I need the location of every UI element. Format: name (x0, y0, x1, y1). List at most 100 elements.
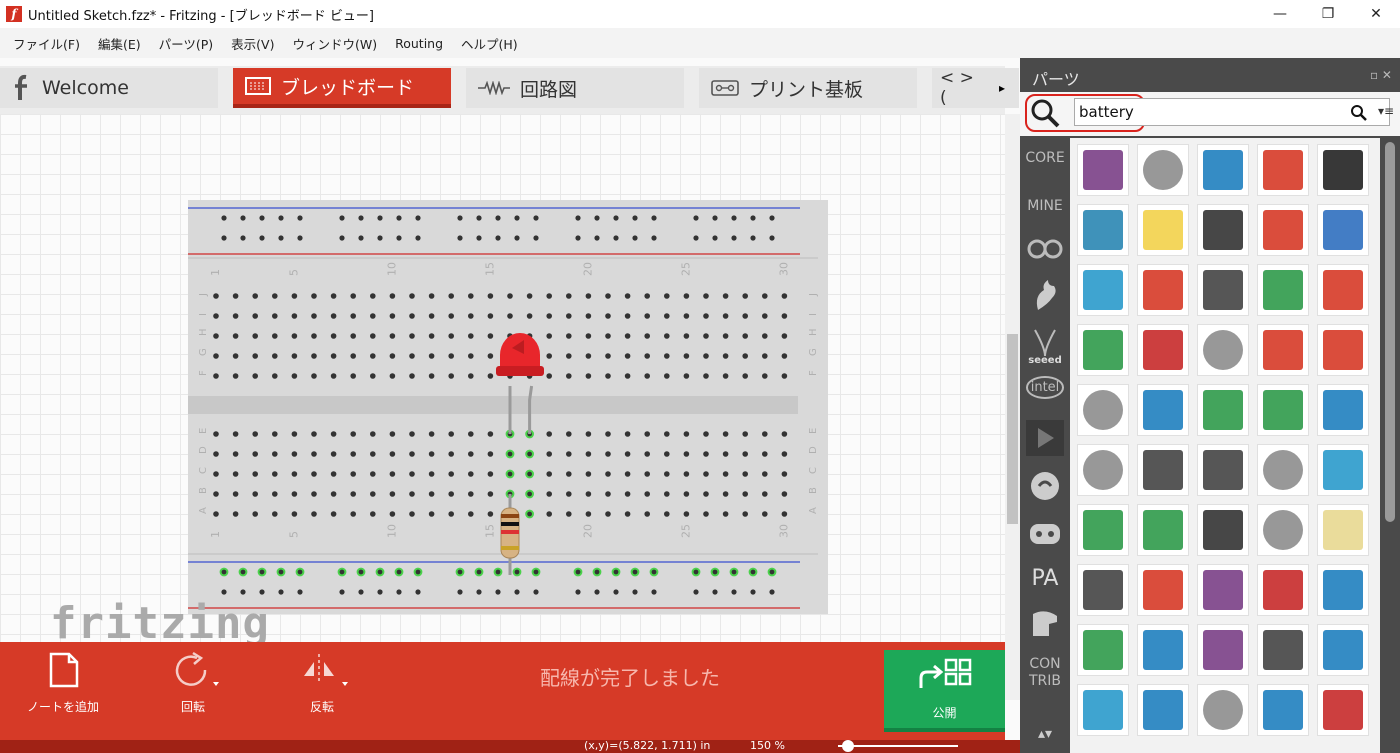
part-thumbnail[interactable] (1137, 324, 1189, 376)
tab-label: 回路図 (520, 78, 578, 101)
breadboard-hole (213, 333, 219, 339)
bin-pa[interactable]: PA (1024, 566, 1066, 591)
rotate-button[interactable]: 回転 (138, 650, 248, 715)
bin-mine[interactable]: MINE (1024, 198, 1066, 214)
part-thumbnail[interactable] (1077, 684, 1129, 736)
part-thumbnail[interactable] (1137, 444, 1189, 496)
parts-results-grid[interactable] (1070, 138, 1380, 753)
part-thumbnail[interactable] (1137, 204, 1189, 256)
part-thumbnail[interactable] (1317, 564, 1369, 616)
part-thumbnail[interactable] (1257, 564, 1309, 616)
part-thumbnail[interactable] (1257, 264, 1309, 316)
part-thumbnail[interactable] (1197, 564, 1249, 616)
arduino-bin-icon[interactable] (1024, 236, 1066, 266)
breadboard-hole (330, 353, 337, 359)
part-thumbnail[interactable] (1137, 504, 1189, 556)
part-thumbnail[interactable] (1257, 444, 1309, 496)
part-thumbnail[interactable] (1137, 684, 1189, 736)
part-thumbnail[interactable] (1257, 624, 1309, 676)
part-thumbnail[interactable] (1317, 264, 1369, 316)
tab-welcome[interactable]: Welcome (0, 68, 218, 108)
part-thumbnail[interactable] (1197, 504, 1249, 556)
part-thumbnail[interactable] (1197, 444, 1249, 496)
breadboard-hole (605, 313, 611, 319)
part-thumbnail[interactable] (1077, 204, 1129, 256)
microbit-bin-icon[interactable] (1024, 516, 1066, 550)
part-thumbnail[interactable] (1197, 624, 1249, 676)
tab-code[interactable]: < > ( (932, 68, 985, 108)
part-thumbnail[interactable] (1257, 144, 1309, 196)
part-thumbnail[interactable] (1077, 564, 1129, 616)
menu-routing[interactable]: Routing (386, 36, 452, 51)
part-thumbnail[interactable] (1077, 264, 1129, 316)
zoom-slider-handle[interactable] (842, 740, 854, 752)
part-thumbnail[interactable] (1257, 324, 1309, 376)
part-thumbnail[interactable] (1257, 684, 1309, 736)
part-thumbnail[interactable] (1197, 384, 1249, 436)
menu-file[interactable]: ファイル(F) (4, 34, 89, 53)
part-thumbnail[interactable] (1077, 444, 1129, 496)
tab-breadboard[interactable]: ブレッドボード (233, 68, 451, 108)
part-thumbnail[interactable] (1317, 384, 1369, 436)
part-thumbnail[interactable] (1137, 564, 1189, 616)
part-thumbnail[interactable] (1317, 204, 1369, 256)
part-thumbnail[interactable] (1137, 384, 1189, 436)
part-thumbnail[interactable] (1077, 384, 1129, 436)
part-thumbnail[interactable] (1197, 144, 1249, 196)
part-thumbnail[interactable] (1317, 444, 1369, 496)
part-thumbnail[interactable] (1197, 324, 1249, 376)
part-thumbnail[interactable] (1137, 264, 1189, 316)
vertical-scrollbar[interactable] (1005, 114, 1020, 700)
zoom-slider-track[interactable] (838, 745, 958, 747)
part-thumbnail[interactable] (1317, 144, 1369, 196)
part-thumbnail[interactable] (1257, 384, 1309, 436)
breadboard-canvas[interactable]: 1 1 5 5 10 10 15 15 20 20 25 25 30 30 J J I I H H G G F F E E D D C C… (0, 114, 1005, 700)
flip-button[interactable]: 反転 (267, 650, 377, 715)
publish-button[interactable]: 公開 (884, 650, 1005, 732)
part-thumbnail[interactable] (1137, 144, 1189, 196)
maximize-button[interactable]: ❐ (1304, 0, 1352, 28)
part-thumbnail[interactable] (1197, 204, 1249, 256)
piano-bin-icon[interactable] (1024, 608, 1066, 642)
menu-help[interactable]: ヘルプ(H) (452, 34, 527, 53)
sparkfun-bin-icon[interactable] (1024, 278, 1066, 316)
snootlab-bin-icon[interactable] (1024, 470, 1066, 506)
menu-parts[interactable]: パーツ(P) (150, 34, 223, 53)
bin-core[interactable]: CORE (1024, 150, 1066, 166)
part-thumbnail[interactable] (1317, 624, 1369, 676)
part-thumbnail[interactable] (1077, 324, 1129, 376)
bins-scroll-arrows-icon[interactable]: ▴▾ (1024, 726, 1066, 742)
resistor-band (501, 514, 519, 518)
part-thumbnail[interactable] (1197, 264, 1249, 316)
bin-contrib[interactable]: CON TRIB (1024, 656, 1066, 690)
part-thumbnail[interactable] (1077, 504, 1129, 556)
part-thumbnail[interactable] (1257, 204, 1309, 256)
add-note-button[interactable]: ノートを追加 (8, 650, 118, 715)
breadboard-hole (468, 491, 474, 497)
panel-float-close-icon[interactable]: ▫ ✕ (1370, 68, 1392, 82)
breadboard-hole (585, 451, 592, 457)
panel-menu-icon[interactable]: ▾≡ (1378, 104, 1394, 118)
search-submit-icon[interactable] (1350, 104, 1368, 122)
part-thumbnail[interactable] (1317, 504, 1369, 556)
part-thumbnail[interactable] (1197, 684, 1249, 736)
tab-scroll-right-icon[interactable]: ▸ (985, 68, 1019, 108)
menu-window[interactable]: ウィンドウ(W) (283, 34, 386, 53)
minimize-button[interactable]: — (1256, 0, 1304, 28)
menu-edit[interactable]: 編集(E) (89, 34, 150, 53)
tab-schematic[interactable]: 回路図 (466, 68, 684, 108)
part-thumbnail[interactable] (1077, 144, 1129, 196)
parts-scrollbar[interactable] (1380, 138, 1400, 753)
bin-intel[interactable]: intel (1024, 376, 1066, 399)
bin-seeed[interactable]: seeed (1024, 328, 1066, 366)
close-button[interactable]: ✕ (1352, 0, 1400, 28)
tab-pcb[interactable]: プリント基板 (699, 68, 917, 108)
menu-view[interactable]: 表示(V) (222, 34, 283, 53)
part-thumbnail[interactable] (1257, 504, 1309, 556)
part-thumbnail[interactable] (1137, 624, 1189, 676)
parts-search-input[interactable] (1074, 98, 1390, 126)
play-bin-icon[interactable] (1024, 420, 1066, 460)
part-thumbnail[interactable] (1317, 684, 1369, 736)
part-thumbnail[interactable] (1077, 624, 1129, 676)
part-thumbnail[interactable] (1317, 324, 1369, 376)
